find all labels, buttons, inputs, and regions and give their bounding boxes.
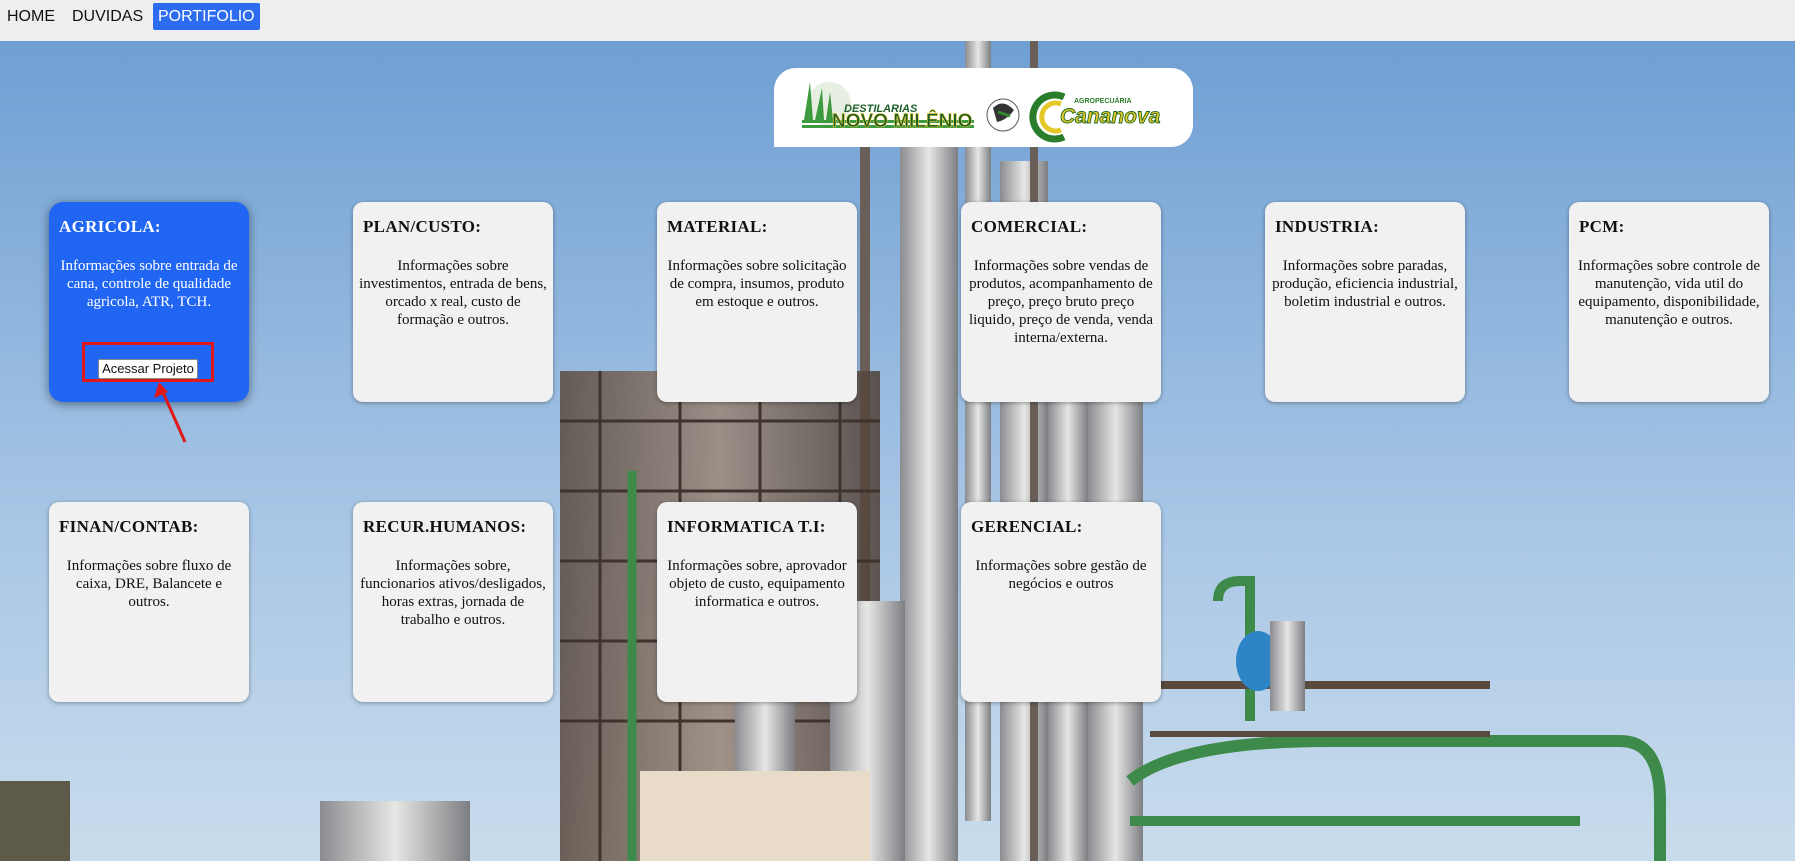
company-logos-banner: DESTILARIAS NOVO MILÊNIO AGROPECUÁRIA Ca… [774, 68, 1193, 147]
card-description: Informações sobre fluxo de caixa, DRE, B… [66, 558, 232, 610]
card-comercial[interactable]: COMERCIAL: Informações sobre vendas de p… [961, 202, 1161, 402]
background-plant-image [0, 41, 1795, 861]
card-title: PCM: [1579, 217, 1625, 236]
card-description: Informações sobre controle de manutenção… [1577, 258, 1760, 328]
card-description: Informações sobre investimentos, entrada… [359, 258, 547, 328]
acessar-projeto-button[interactable]: Acessar Projeto [98, 359, 198, 379]
svg-text:Cananova: Cananova [1060, 105, 1161, 128]
card-description: Informações sobre entrada de cana, contr… [60, 258, 238, 310]
svg-text:NOVO MILÊNIO: NOVO MILÊNIO [832, 110, 972, 132]
top-nav: HOME DUVIDAS PORTIFOLIO [0, 0, 1795, 41]
card-title: INDUSTRIA: [1275, 217, 1380, 236]
card-title: GERENCIAL: [971, 517, 1083, 536]
card-recur-humanos[interactable]: RECUR.HUMANOS: Informações sobre, funcio… [353, 502, 553, 702]
novo-milenio-logo: DESTILARIAS NOVO MILÊNIO AGROPECUÁRIA Ca… [802, 82, 1161, 143]
card-plan-custo[interactable]: PLAN/CUSTO: Informações sobre investimen… [353, 202, 553, 402]
card-title: RECUR.HUMANOS: [363, 517, 527, 536]
card-gerencial[interactable]: GERENCIAL: Informações sobre gestão de n… [961, 502, 1161, 702]
card-description: Informações sobre paradas, produção, efi… [1272, 258, 1458, 310]
svg-text:AGROPECUÁRIA: AGROPECUÁRIA [1074, 96, 1132, 105]
card-title: AGRICOLA: [59, 217, 161, 236]
card-description: Informações sobre solicitação de compra,… [667, 258, 847, 310]
red-arrow-annotation [154, 382, 187, 443]
card-description: Informações sobre gestão de negócios e o… [975, 558, 1147, 592]
card-finan-contab[interactable]: FINAN/CONTAB: Informações sobre fluxo de… [49, 502, 249, 702]
card-description: Informações sobre, funcionarios ativos/d… [360, 558, 546, 628]
card-material[interactable]: MATERIAL: Informações sobre solicitação … [657, 202, 857, 402]
card-title: FINAN/CONTAB: [59, 517, 199, 536]
card-industria[interactable]: INDUSTRIA: Informações sobre paradas, pr… [1265, 202, 1465, 402]
card-title: PLAN/CUSTO: [363, 217, 482, 236]
card-title: COMERCIAL: [971, 217, 1088, 236]
card-pcm[interactable]: PCM: Informações sobre controle de manut… [1569, 202, 1769, 402]
card-agricola[interactable]: AGRICOLA: Informações sobre entrada de c… [49, 202, 249, 402]
nav-portifolio-link[interactable]: PORTIFOLIO [153, 3, 260, 30]
nav-duvidas-link[interactable]: DUVIDAS [67, 3, 148, 30]
card-description: Informações sobre, aprovador objeto de c… [667, 558, 847, 610]
card-description: Informações sobre vendas de produtos, ac… [968, 258, 1154, 346]
card-title: INFORMATICA T.I: [667, 517, 826, 536]
card-title: MATERIAL: [667, 217, 768, 236]
card-informatica[interactable]: INFORMATICA T.I: Informações sobre, apro… [657, 502, 857, 702]
nav-home-link[interactable]: HOME [2, 3, 60, 30]
